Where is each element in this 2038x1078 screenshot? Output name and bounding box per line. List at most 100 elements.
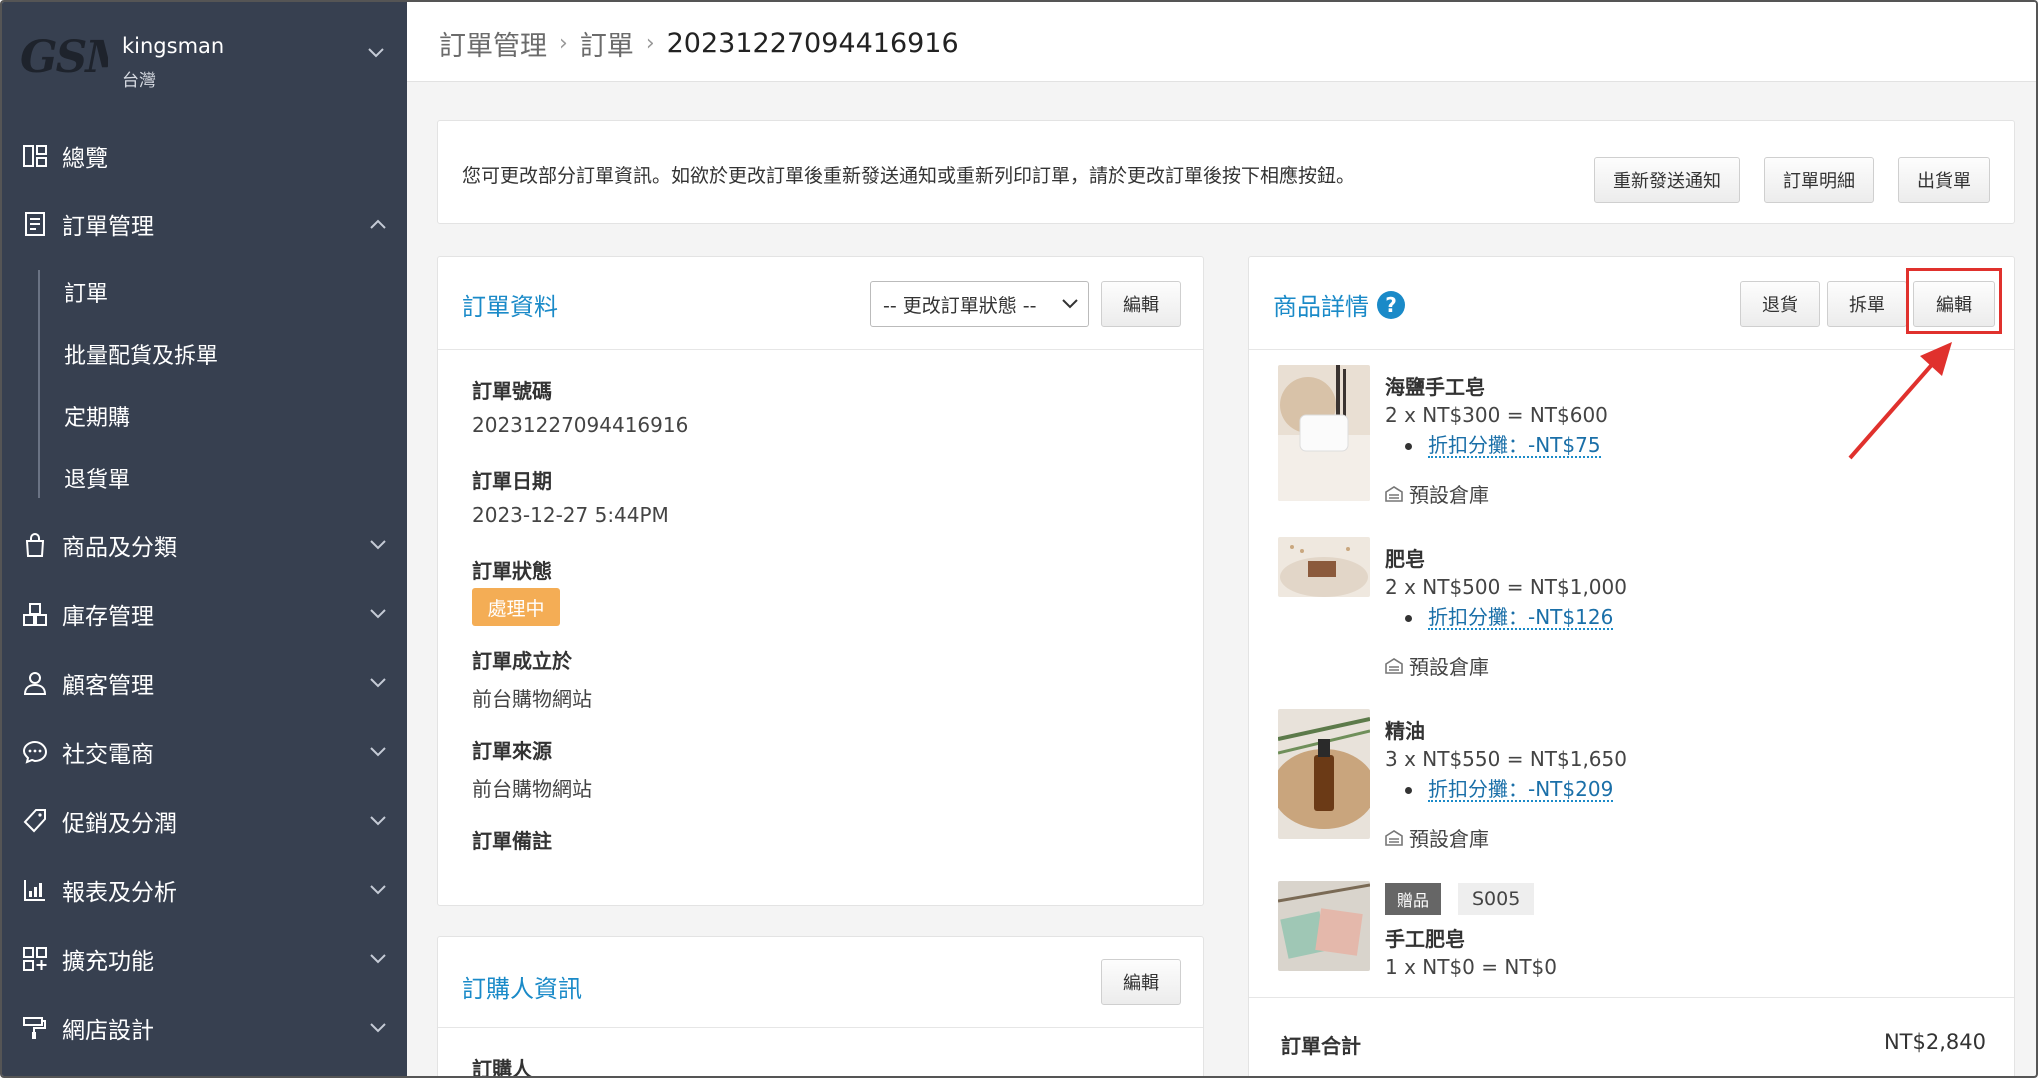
product-warehouse: 預設倉庫 [1385, 823, 1489, 852]
chevron-right-icon: › [645, 31, 655, 56]
shipping-slip-button[interactable]: 出貨單 [1898, 157, 1990, 203]
product-details-header: 商品詳情 ? [1273, 287, 1405, 322]
chevron-down-icon [370, 816, 386, 826]
submenu-guide-line [38, 270, 40, 498]
order-status-select-value: -- 更改訂單狀態 -- [883, 294, 1037, 317]
chevron-down-icon [370, 678, 386, 688]
breadcrumb-orders[interactable]: 訂單 [580, 24, 634, 63]
product-price-calc: 2 x NT$500 = NT$1,000 [1385, 575, 1627, 599]
order-status-select[interactable]: -- 更改訂單狀態 -- [870, 281, 1089, 327]
store-region: 台灣 [122, 71, 156, 91]
warehouse-icon [1385, 829, 1403, 846]
warehouse-label: 預設倉庫 [1409, 655, 1489, 679]
sidebar-item-inventory[interactable]: 庫存管理 [2, 584, 407, 644]
warehouse-icon [1385, 485, 1403, 502]
order-note-label: 訂單備註 [472, 829, 552, 853]
sku-badge: S005 [1458, 883, 1535, 915]
edit-buyer-info-button[interactable]: 編輯 [1101, 959, 1181, 1005]
product-image-essential-oil [1278, 709, 1370, 839]
sidebar-item-reports[interactable]: 報表及分析 [2, 860, 407, 920]
product-name: 手工肥皂 [1385, 927, 1465, 951]
sidebar-subitem-batch-split[interactable]: 批量配貨及拆單 [64, 338, 218, 370]
chevron-down-icon [368, 48, 384, 58]
chevron-down-icon [370, 954, 386, 964]
order-info-card: 訂單資料 -- 更改訂單狀態 -- 編輯 訂單號碼 20231227094416… [437, 256, 1204, 906]
order-date-label: 訂單日期 [472, 469, 552, 493]
resend-notification-button[interactable]: 重新發送通知 [1594, 157, 1740, 203]
buyer-info-title: 訂購人資訊 [462, 975, 582, 1003]
sidebar-item-label: 庫存管理 [62, 604, 154, 630]
sidebar-item-customers[interactable]: 顧客管理 [2, 653, 407, 713]
split-order-button[interactable]: 拆單 [1827, 281, 1907, 327]
product-name: 海鹽手工皂 [1385, 375, 1485, 399]
shopping-bag-icon [25, 533, 45, 557]
product-name: 肥皂 [1385, 547, 1425, 571]
order-number-value: 20231227094416916 [472, 413, 689, 437]
order-source-value: 前台購物網站 [472, 777, 592, 801]
order-number-label: 訂單號碼 [472, 379, 552, 403]
product-warehouse: 預設倉庫 [1385, 651, 1489, 680]
divider [438, 1027, 1203, 1028]
divider [438, 349, 1203, 350]
order-total-label: 訂單合計 [1281, 1034, 1361, 1058]
product-warehouse: 預設倉庫 [1385, 479, 1489, 508]
discount-allocation-link[interactable]: 折扣分攤：-NT$75 [1428, 434, 1601, 458]
breadcrumb-order-management[interactable]: 訂單管理 [439, 24, 547, 63]
sidebar-item-store-design[interactable]: 網店設計 [2, 998, 407, 1058]
gift-badge: 贈品 [1385, 883, 1442, 915]
sidebar-subitem-orders[interactable]: 訂單 [64, 276, 108, 308]
order-source-label: 訂單來源 [472, 739, 552, 763]
breadcrumb-current: 20231227094416916 [666, 28, 959, 59]
product-discount: 折扣分攤：-NT$75 [1405, 434, 1601, 458]
divider [1249, 997, 2014, 998]
customer-icon [23, 672, 47, 695]
sidebar-item-label: 擴充功能 [62, 949, 154, 975]
chevron-up-icon [370, 219, 386, 229]
sidebar-subitem-returns[interactable]: 退貨單 [64, 462, 130, 494]
sidebar-item-label: 顧客管理 [62, 673, 154, 699]
product-discount: 折扣分攤：-NT$126 [1405, 606, 1614, 630]
top-bar: 訂單管理 › 訂單 › 20231227094416916 [407, 2, 2036, 82]
annotation-arrow-icon [1848, 342, 1952, 460]
edit-order-info-button[interactable]: 編輯 [1101, 281, 1181, 327]
notice-text: 您可更改部分訂單資訊。如欲於更改訂單後重新發送通知或重新列印訂單，請於更改訂單後… [462, 165, 1356, 187]
product-name: 精油 [1385, 719, 1425, 743]
product-price-calc: 3 x NT$550 = NT$1,650 [1385, 747, 1627, 771]
chevron-right-icon: › [559, 31, 568, 56]
notice-panel: 您可更改部分訂單資訊。如欲於更改訂單後重新發送通知或重新列印訂單，請於更改訂單後… [437, 120, 2015, 224]
dashboard-icon [23, 145, 47, 167]
warehouse-label: 預設倉庫 [1409, 483, 1489, 507]
sidebar-item-label: 報表及分析 [62, 880, 177, 906]
store-name: kingsman [122, 34, 225, 58]
buyer-label: 訂購人 [472, 1057, 532, 1078]
sidebar-subitem-subscription[interactable]: 定期購 [64, 400, 130, 432]
sidebar-item-products[interactable]: 商品及分類 [2, 515, 407, 575]
sidebar-item-order-management[interactable]: 訂單管理 [2, 194, 407, 254]
product-discount: 折扣分攤：-NT$209 [1405, 778, 1614, 802]
sidebar-item-label: 訂單管理 [62, 214, 154, 240]
sidebar-item-promotions[interactable]: 促銷及分潤 [2, 791, 407, 851]
discount-allocation-link[interactable]: 折扣分攤：-NT$209 [1428, 778, 1614, 802]
sidebar-item-social-commerce[interactable]: 社交電商 [2, 722, 407, 782]
order-detail-button[interactable]: 訂單明細 [1764, 157, 1874, 203]
bullet-icon [1405, 442, 1412, 450]
product-price-calc: 2 x NT$300 = NT$600 [1385, 403, 1608, 427]
sidebar-item-extensions[interactable]: 擴充功能 [2, 929, 407, 989]
return-button[interactable]: 退貨 [1740, 281, 1820, 327]
sidebar-item-label: 社交電商 [62, 742, 154, 768]
order-info-title: 訂單資料 [462, 293, 558, 321]
buyer-info-card: 訂購人資訊 編輯 訂購人 [437, 936, 1204, 1078]
highlight-box [1906, 268, 2002, 334]
sidebar-item-overview[interactable]: 總覽 [2, 126, 407, 186]
product-image-sea-salt-soap [1278, 365, 1370, 501]
chevron-down-icon [370, 1023, 386, 1033]
help-icon[interactable]: ? [1377, 290, 1405, 319]
paint-roller-icon [23, 1017, 46, 1039]
order-created-at-label: 訂單成立於 [472, 649, 572, 673]
discount-allocation-link[interactable]: 折扣分攤：-NT$126 [1428, 606, 1614, 630]
sidebar-item-label: 商品及分類 [62, 535, 177, 561]
order-created-at-value: 前台購物網站 [472, 687, 592, 711]
store-switcher[interactable]: GSM kingsman 台灣 [2, 2, 407, 122]
breadcrumb: 訂單管理 › 訂單 › 20231227094416916 [439, 24, 959, 63]
sidebar-item-label: 促銷及分潤 [62, 811, 177, 837]
